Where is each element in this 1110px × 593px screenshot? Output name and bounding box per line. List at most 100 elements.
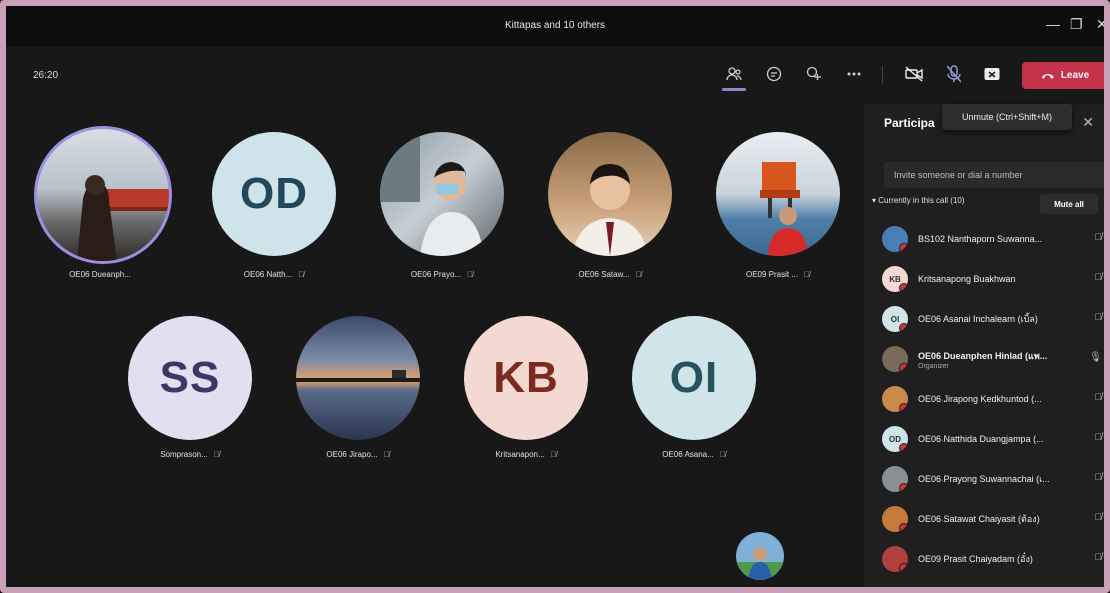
minimize-button[interactable]: — — [1046, 16, 1060, 32]
participant-label: OE06 Natth... 🎙̸ — [194, 270, 354, 279]
participant-label: OE06 Prayo... 🎙̸ — [362, 270, 522, 279]
participant-avatar — [882, 386, 908, 412]
participant-initials: KB — [493, 353, 559, 402]
participant-initials: SS — [159, 353, 221, 402]
participant-initials: OI — [669, 353, 719, 402]
invite-input[interactable]: Invite someone or dial a number — [884, 162, 1104, 188]
participant-name: OE06 Natth... — [243, 270, 293, 279]
mic-off-icon: 🎙̸ — [804, 270, 811, 279]
mic-off-icon[interactable]: 🎙̸ — [1095, 272, 1103, 283]
presence-dot — [899, 243, 908, 252]
participant-initials: OD — [240, 169, 308, 218]
participant-avatar — [882, 346, 908, 372]
participant-name: OE06 Jirapong Kedkhuntod (... — [918, 394, 1078, 404]
participant-tile-somprasong[interactable]: SS — [128, 316, 252, 440]
participant-name: Kritsanapon... — [495, 450, 545, 459]
mic-off-icon[interactable]: 🎙̸ — [1095, 232, 1103, 243]
participant-name: Kritsanapong Buakhwan — [918, 274, 1078, 284]
participant-row[interactable]: OI OE06 Asanai Inchalearn (เบิ้ล) 🎙̸ — [882, 302, 1104, 336]
in-call-section-header[interactable]: ▾ Currently in this call (10) — [872, 196, 965, 205]
participant-name: OE06 Dueanphen Hinlad (แพ... Organizer — [918, 349, 1078, 370]
mic-off-icon[interactable]: 🎙̸ — [1095, 512, 1103, 523]
presence-dot — [899, 403, 908, 412]
participant-photo — [380, 132, 484, 256]
meeting-toolbar: 26:20 Leave — [6, 46, 1104, 104]
participants-icon[interactable] — [722, 62, 746, 86]
mic-off-icon[interactable]: 🎙̸ — [1095, 552, 1103, 563]
section-label: Currently in this call (10) — [878, 196, 965, 205]
participant-tile-dueanphen[interactable] — [34, 126, 172, 264]
window-title: Kittapas and 10 others — [504, 20, 606, 31]
reactions-icon[interactable] — [802, 62, 826, 86]
participant-name-text: OE06 Asanai Inchalearn (เบิ้ล) — [918, 314, 1038, 324]
mic-off-icon: 🎙̸ — [298, 270, 305, 279]
mic-off-icon[interactable]: 🎙̸ — [1095, 472, 1103, 483]
presence-dot — [899, 483, 908, 492]
mic-off-icon[interactable] — [942, 62, 966, 86]
participant-row[interactable]: KB Kritsanapong Buakhwan 🎙̸ — [882, 262, 1104, 296]
mic-off-icon: 🎙̸ — [550, 450, 557, 459]
self-view-photo — [736, 532, 784, 580]
participant-name: OE06 Prayo... — [410, 270, 462, 279]
participant-label: OE09 Prasit ... 🎙̸ — [698, 270, 858, 279]
mic-on-icon[interactable]: 🎙 — [1089, 352, 1102, 363]
share-tray-icon[interactable] — [980, 62, 1004, 86]
participant-row[interactable]: OE09 Prasit Chaiyadam (อั๋ง) 🎙̸ — [882, 542, 1104, 576]
presence-dot — [899, 443, 908, 452]
participant-row[interactable]: OE06 Dueanphen Hinlad (แพ... Organizer 🎙 — [882, 342, 1104, 376]
participant-name: OE06 Prayong Suwannachai (เ... — [918, 472, 1078, 486]
self-view-avatar[interactable] — [736, 532, 784, 580]
participant-name: OE06 Asana... — [662, 450, 714, 459]
participant-avatar: OD — [882, 426, 908, 452]
presence-dot — [899, 283, 908, 292]
avatar-initials: OI — [890, 314, 900, 324]
participant-tile-jirapong[interactable] — [296, 316, 420, 440]
presence-dot — [899, 363, 908, 372]
mic-off-icon[interactable]: 🎙̸ — [1095, 432, 1103, 443]
participant-tile-prayong[interactable] — [380, 132, 504, 256]
participant-label: OE06 Sataw... 🎙̸ — [530, 270, 690, 279]
participant-photo — [296, 370, 420, 382]
participant-tile-asanai[interactable]: OI — [632, 316, 756, 440]
participant-avatar: KB — [882, 266, 908, 292]
maximize-button[interactable]: ❐ — [1070, 16, 1083, 33]
mute-all-button[interactable]: Mute all — [1040, 194, 1098, 214]
participant-label: Kritsanapon... 🎙̸ — [446, 450, 606, 459]
participant-name-text: OE06 Natthida Duangjampa (... — [918, 434, 1044, 444]
chat-icon[interactable] — [762, 62, 786, 86]
participant-tile-natthida[interactable]: OD — [212, 132, 336, 256]
participant-name-text: OE06 Jirapong Kedkhuntod (... — [918, 394, 1042, 404]
mic-off-icon: 🎙̸ — [635, 270, 642, 279]
mic-off-icon[interactable]: 🎙̸ — [1095, 312, 1103, 323]
avatar-initials: OD — [889, 434, 901, 444]
leave-button[interactable]: Leave — [1022, 62, 1104, 89]
toolbar-divider — [882, 66, 883, 84]
close-panel-icon[interactable]: ✕ — [1082, 114, 1094, 131]
participant-tile-kritsanapong[interactable]: KB — [464, 316, 588, 440]
participant-row[interactable]: OD OE06 Natthida Duangjampa (... 🎙̸ — [882, 422, 1104, 456]
participant-name: OE06 Asanai Inchalearn (เบิ้ล) — [918, 312, 1078, 326]
camera-off-icon[interactable] — [902, 62, 926, 86]
participant-tile-satawat[interactable] — [548, 132, 672, 256]
participant-name-text: OE06 Dueanphen Hinlad (แพ... — [918, 350, 1048, 361]
more-icon[interactable] — [842, 62, 866, 86]
mic-off-icon: 🎙̸ — [383, 450, 390, 459]
participant-avatar — [882, 466, 908, 492]
participant-row[interactable]: OE06 Prayong Suwannachai (เ... 🎙̸ — [882, 462, 1104, 496]
participant-name-text: OE06 Prayong Suwannachai (เ... — [918, 474, 1050, 484]
video-stage: OE06 Dueanph... OD OE06 Natth... 🎙̸ OE06 … — [6, 104, 864, 587]
title-bar: Kittapas and 10 others — ❐ ✕ — [6, 6, 1104, 46]
participant-name: OE06 Sataw... — [578, 270, 630, 279]
call-timer: 26:20 — [33, 70, 59, 81]
close-button[interactable]: ✕ — [1096, 16, 1104, 33]
active-tab-indicator — [722, 88, 746, 91]
participant-avatar — [882, 546, 908, 572]
participant-row[interactable]: OE06 Jirapong Kedkhuntod (... 🎙̸ — [882, 382, 1104, 416]
participant-row[interactable]: BS102 Nanthaporn Suwanna... 🎙̸ — [882, 222, 1104, 256]
teams-meeting-window: Kittapas and 10 others — ❐ ✕ 26:20 Leave… — [0, 0, 1110, 593]
participant-row[interactable]: OE06 Satawat Chaiyasit (ต้อง) 🎙̸ — [882, 502, 1104, 536]
mic-off-icon[interactable]: 🎙̸ — [1095, 392, 1103, 403]
participant-name-text: BS102 Nanthaporn Suwanna... — [918, 234, 1043, 244]
participant-name-text: OE06 Satawat Chaiyasit (ต้อง) — [918, 514, 1040, 524]
participant-tile-prasit[interactable] — [716, 132, 840, 256]
